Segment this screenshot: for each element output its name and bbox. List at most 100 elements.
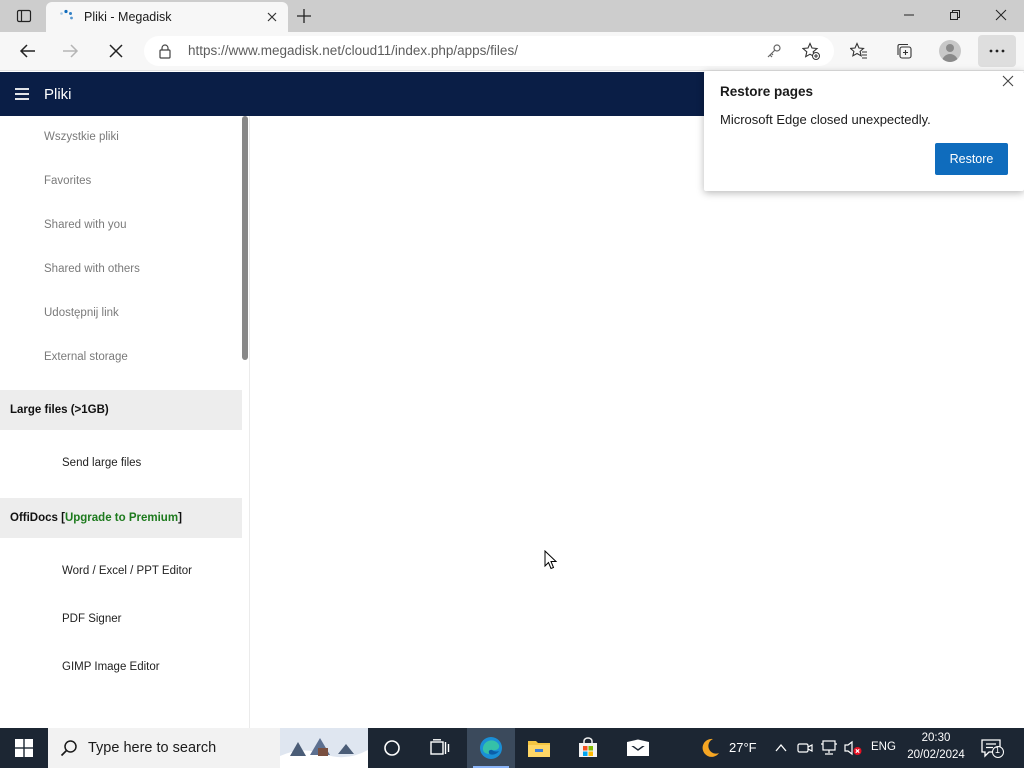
section-title: Large files (>1GB) xyxy=(10,404,109,416)
minimize-button[interactable] xyxy=(886,0,932,30)
sidebar-item-shared-with-others[interactable]: Shared with others xyxy=(44,263,140,275)
sidebar-item-external-storage[interactable]: External storage xyxy=(44,351,128,363)
stop-icon xyxy=(109,44,123,58)
add-favorite-button[interactable] xyxy=(801,41,821,61)
taskbar-search-box[interactable]: Type here to search xyxy=(48,728,368,768)
popup-message: Microsoft Edge closed unexpectedly. xyxy=(720,112,931,127)
folder-icon xyxy=(528,741,550,757)
sidebar-item-send-large-files[interactable]: Send large files xyxy=(62,457,141,469)
close-icon xyxy=(1002,75,1014,87)
url-text[interactable]: https://www.megadisk.net/cloud11/index.p… xyxy=(188,43,518,58)
notification-count: 1 xyxy=(995,745,1001,755)
new-tab-button[interactable] xyxy=(292,5,316,27)
star-add-icon xyxy=(802,42,820,60)
network-button[interactable] xyxy=(820,739,838,757)
tab-close-button[interactable] xyxy=(264,9,280,25)
favorites-button[interactable] xyxy=(843,35,875,67)
sidebar-item-pdf-signer[interactable]: PDF Signer xyxy=(62,613,121,625)
taskbar-store-button[interactable] xyxy=(564,728,612,768)
back-button[interactable] xyxy=(12,35,44,67)
browser-toolbar: https://www.megadisk.net/cloud11/index.p… xyxy=(0,32,1024,71)
search-highlight-illustration xyxy=(280,728,368,768)
favorites-list-icon xyxy=(850,42,867,59)
camera-icon xyxy=(797,743,813,753)
windows-logo-icon xyxy=(15,739,33,757)
chevron-up-icon xyxy=(775,743,787,752)
input-language[interactable]: ENG xyxy=(871,741,896,753)
tab-actions-button[interactable] xyxy=(8,4,40,28)
cortana-circle-icon xyxy=(384,740,400,756)
popup-title: Restore pages xyxy=(720,84,814,99)
search-icon xyxy=(60,740,77,757)
clock-time[interactable]: 20:30 xyxy=(908,732,964,744)
section-large-files: Large files (>1GB) xyxy=(0,390,242,430)
minimize-icon xyxy=(904,14,914,16)
password-key-button[interactable] xyxy=(764,41,784,61)
task-view-button[interactable] xyxy=(416,728,464,768)
collections-button[interactable] xyxy=(888,35,920,67)
section-title-prefix: OffiDocs [ xyxy=(10,512,65,524)
task-view-icon xyxy=(430,739,450,755)
clock-date[interactable]: 20/02/2024 xyxy=(903,749,969,761)
sidebar: Wszystkie pliki Favorites Shared with yo… xyxy=(0,116,250,728)
weather-temperature[interactable]: 27°F xyxy=(729,740,757,755)
more-horizontal-icon xyxy=(989,49,1005,53)
restore-pages-popup: Restore pages Microsoft Edge closed unex… xyxy=(704,71,1024,191)
restore-window-icon xyxy=(950,10,960,20)
tab-title: Pliki - Megadisk xyxy=(84,10,172,24)
action-center-button[interactable]: 1 xyxy=(980,738,1004,758)
moon-icon xyxy=(702,738,719,757)
screen: Pliki - Megadisk https://www.megadisk.ne… xyxy=(0,0,1024,768)
restore-button[interactable]: Restore xyxy=(935,143,1008,175)
tab-actions-icon xyxy=(16,9,32,23)
browser-tab-strip: Pliki - Megadisk xyxy=(0,0,1024,32)
forward-button[interactable] xyxy=(54,35,86,67)
sidebar-item-favorites[interactable]: Favorites xyxy=(44,175,91,187)
section-offidocs: OffiDocs [Upgrade to Premium] xyxy=(0,498,242,538)
store-bag-icon xyxy=(579,737,597,757)
show-hidden-icons-button[interactable] xyxy=(772,739,790,757)
close-window-icon xyxy=(995,9,1007,21)
upgrade-premium-link[interactable]: Upgrade to Premium xyxy=(65,512,178,524)
close-window-button[interactable] xyxy=(978,0,1024,30)
arrow-right-icon xyxy=(63,44,79,58)
mouse-pointer-icon xyxy=(544,550,558,570)
avatar xyxy=(939,40,961,62)
loading-spinner-icon xyxy=(58,9,74,25)
close-icon xyxy=(267,12,277,22)
popup-close-button[interactable] xyxy=(1000,73,1016,89)
sidebar-item-share-link[interactable]: Udostępnij link xyxy=(44,307,119,319)
volume-button[interactable] xyxy=(844,739,862,757)
address-bar[interactable]: https://www.megadisk.net/cloud11/index.p… xyxy=(144,36,834,66)
sidebar-item-shared-with-you[interactable]: Shared with you xyxy=(44,219,126,231)
stop-loading-button[interactable] xyxy=(100,35,132,67)
sidebar-item-all-files[interactable]: Wszystkie pliki xyxy=(44,131,119,143)
sidebar-scrollbar[interactable] xyxy=(242,116,248,360)
taskbar-edge-button[interactable] xyxy=(467,728,515,768)
lock-icon[interactable] xyxy=(157,43,173,59)
profile-button[interactable] xyxy=(934,35,966,67)
taskbar: Type here to search 27°F ENG 20:30 20/02… xyxy=(0,728,1024,768)
arrow-left-icon xyxy=(19,44,35,58)
notification-icon xyxy=(981,739,1004,758)
sidebar-item-office-editor[interactable]: Word / Excel / PPT Editor xyxy=(62,565,192,577)
task-view-cortana-button[interactable] xyxy=(368,728,416,768)
section-title-suffix: ] xyxy=(178,512,182,524)
taskbar-file-explorer-button[interactable] xyxy=(515,728,563,768)
search-placeholder: Type here to search xyxy=(88,740,217,756)
collections-icon xyxy=(897,43,912,59)
speaker-muted-icon xyxy=(844,740,862,756)
app-title: Pliki xyxy=(44,86,72,103)
browser-tab-active[interactable]: Pliki - Megadisk xyxy=(46,2,288,32)
restore-window-button[interactable] xyxy=(932,0,978,30)
sidebar-item-gimp-editor[interactable]: GIMP Image Editor xyxy=(62,661,160,673)
weather-button[interactable] xyxy=(699,737,721,759)
settings-more-button[interactable] xyxy=(978,35,1016,67)
hamburger-menu-icon[interactable] xyxy=(14,86,30,102)
network-icon xyxy=(821,740,837,755)
meet-now-button[interactable] xyxy=(796,739,814,757)
key-icon xyxy=(767,44,781,58)
edge-browser-icon xyxy=(480,737,502,759)
start-button[interactable] xyxy=(0,728,48,768)
taskbar-mail-button[interactable] xyxy=(614,728,662,768)
